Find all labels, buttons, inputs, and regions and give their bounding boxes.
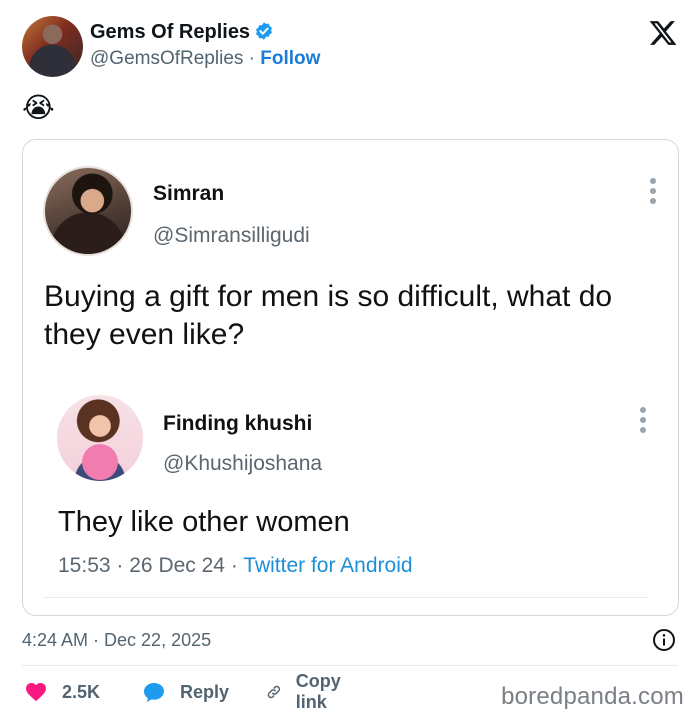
original-tweet-text: Buying a gift for men is so difficult, w… <box>44 280 613 351</box>
reply-client: Twitter for Android <box>243 554 413 577</box>
post-emoji: 😭 <box>22 92 55 123</box>
author-name-row[interactable]: Gems Of Replies <box>90 21 274 44</box>
divider <box>22 665 678 666</box>
reply-time: 15:53 <box>58 554 111 577</box>
reply-name: Finding khushi <box>163 412 313 435</box>
link-icon <box>267 685 281 699</box>
info-icon[interactable] <box>652 628 676 652</box>
like-button[interactable]: 2.5K <box>24 678 100 706</box>
author-handle[interactable]: @GemsOfReplies <box>90 48 243 69</box>
like-count: 2.5K <box>62 681 101 702</box>
divider <box>43 597 648 598</box>
original-name: Simran <box>153 182 225 205</box>
kebab-menu-icon <box>639 407 647 435</box>
author-avatar[interactable] <box>22 16 83 77</box>
reply-handle: @Khushijoshana <box>163 452 323 475</box>
reply-meta: 15:53 · 26 Dec 24 · Twitter for Android <box>58 554 413 578</box>
original-handle: @Simransilligudi <box>153 224 310 247</box>
watermark: boredpanda.com <box>501 683 684 710</box>
reply-avatar <box>57 395 143 481</box>
copy-link-label: Copy link <box>295 671 341 712</box>
post-timestamp[interactable]: 4:24 AM · Dec 22, 2025 <box>22 630 211 651</box>
tweet-header: Gems Of Replies @GemsOfReplies · Follow <box>22 16 682 78</box>
kebab-menu-icon <box>649 178 657 206</box>
reply-label: Reply <box>180 681 230 702</box>
verified-badge-icon <box>256 22 272 40</box>
copy-link-button[interactable]: Copy link <box>266 671 349 712</box>
separator-dot: · <box>116 554 124 577</box>
embedded-screenshot[interactable]: Simran @Simransilligudi Buying a gift fo… <box>22 139 679 616</box>
reply-bubble-icon <box>144 683 164 702</box>
reply-button[interactable]: Reply <box>142 678 229 706</box>
separator-dot: · <box>230 554 238 577</box>
reply-tweet-text: They like other women <box>58 506 350 538</box>
heart-icon <box>26 683 46 702</box>
reply-date: 26 Dec 24 <box>129 554 225 577</box>
x-logo-icon[interactable] <box>648 18 678 48</box>
original-avatar <box>43 166 133 256</box>
author-name[interactable]: Gems Of Replies <box>90 21 250 43</box>
author-handle-row: @GemsOfReplies · Follow <box>90 48 320 70</box>
follow-button[interactable]: Follow <box>260 48 320 69</box>
separator-dot: · <box>248 48 255 69</box>
